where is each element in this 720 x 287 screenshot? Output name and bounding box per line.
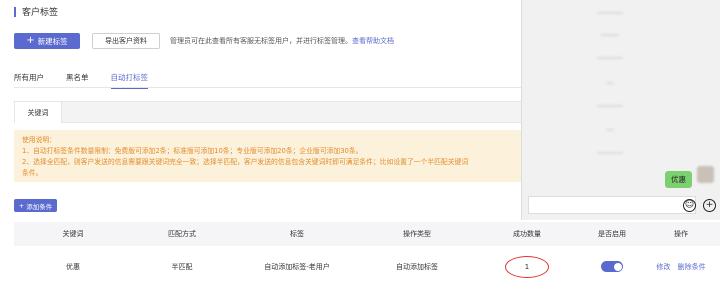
add-condition-button[interactable]: + 添加条件: [14, 199, 57, 212]
blurred-message: ━━━━━━━: [597, 150, 623, 157]
new-tag-button[interactable]: + 新建标签: [14, 33, 80, 49]
conditions-table: 关键词 匹配方式 标签 操作类型 成功数量 是否启用 操作 优惠 半匹配 自动添…: [14, 222, 720, 287]
main-tabs: 所有用户 黑名单 自动打标签: [14, 70, 170, 89]
cell-tag: 自动添加标签-老用户: [264, 262, 330, 271]
plus-circle-icon[interactable]: +: [703, 199, 716, 212]
title-accent-bar: [14, 6, 16, 17]
cell-success-count: 1: [472, 255, 582, 278]
cell-match: 半匹配: [171, 262, 193, 271]
add-condition-label: 添加条件: [26, 202, 53, 211]
chat-bubble: 优惠: [665, 171, 692, 188]
help-link[interactable]: 查看帮助文档: [352, 37, 394, 45]
blurred-message: ━━━━━━━: [597, 55, 623, 62]
subtab-keyword[interactable]: 关键词: [15, 102, 62, 123]
chat-input[interactable]: [528, 196, 696, 214]
chat-preview-panel: ━━━━━━━ ━━━━━ ━━━━━━━ ━━ ━━━━━━━ ━━ ━━━━…: [521, 0, 720, 220]
cell-keyword: 优惠: [66, 262, 80, 271]
header-operations: 操作: [674, 230, 688, 238]
tab-auto-tag[interactable]: 自动打标签: [110, 70, 148, 89]
delete-condition-link[interactable]: 删除条件: [678, 263, 706, 271]
cell-action-type: 自动添加标签: [396, 262, 438, 271]
smiley-icon[interactable]: ☺: [683, 199, 696, 212]
edit-link[interactable]: 修改: [656, 263, 670, 271]
new-tag-label: 新建标签: [37, 36, 68, 46]
header-tag: 标签: [290, 230, 304, 238]
tab-blacklist[interactable]: 黑名单: [66, 70, 89, 86]
header-match: 匹配方式: [168, 230, 196, 238]
blurred-message: ━━━━━━━: [597, 103, 623, 110]
cell-operations: 修改 删除条件: [642, 262, 720, 272]
blurred-message: ━━━━━━━: [597, 10, 623, 17]
tab-all-users[interactable]: 所有用户: [14, 70, 44, 86]
enabled-toggle[interactable]: [601, 261, 623, 272]
success-count-highlight: 1: [505, 255, 549, 278]
blurred-message: ━━━━━: [600, 32, 620, 39]
table-header: 关键词 匹配方式 标签 操作类型 成功数量 是否启用 操作: [14, 222, 720, 246]
export-customer-button[interactable]: 导出客户资料: [92, 33, 160, 49]
header-enabled: 是否启用: [598, 230, 626, 238]
avatar: [697, 166, 714, 183]
header-action-type: 操作类型: [403, 230, 431, 238]
header-success-count: 成功数量: [513, 230, 541, 238]
cell-enabled: [582, 261, 642, 272]
blurred-message: ━━: [606, 80, 614, 87]
page-title: 客户标签: [14, 5, 58, 18]
blurred-message: ━━: [606, 127, 614, 134]
table-row: 优惠 半匹配 自动添加标签-老用户 自动添加标签 1 修改 删除条件: [14, 246, 720, 287]
page-title-text: 客户标签: [22, 8, 59, 18]
plus-icon: +: [18, 201, 25, 210]
toolbar-note: 管理员可在此查看所有客服无标签用户，并进行标签管理。查看帮助文档: [170, 36, 394, 46]
note-text: 管理员可在此查看所有客服无标签用户，并进行标签管理。: [170, 37, 352, 45]
header-keyword: 关键词: [62, 230, 84, 238]
plus-icon: +: [26, 35, 35, 46]
toolbar: + 新建标签 导出客户资料 管理员可在此查看所有客服无标签用户，并进行标签管理。…: [14, 33, 394, 49]
